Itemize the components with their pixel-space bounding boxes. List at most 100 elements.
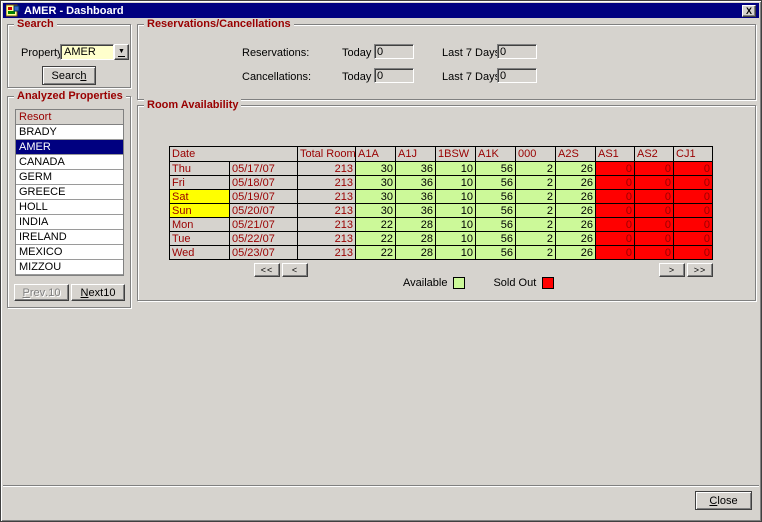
reservations-today-field[interactable]: 0 [374, 44, 414, 59]
column-header-date: Date [169, 146, 298, 162]
availability-cell: 30 [355, 175, 396, 190]
reservations-cancellations-group: Reservations/Cancellations Reservations:… [137, 18, 756, 100]
availability-cell: 2 [515, 245, 556, 260]
availability-cell: 56 [475, 245, 516, 260]
page-first-button[interactable]: << [254, 263, 280, 277]
day-cell: Thu [169, 161, 230, 176]
day-cell: Mon [169, 217, 230, 232]
resort-list-item-ireland[interactable]: IRELAND [16, 230, 123, 245]
reservations-cancellations-group-title: Reservations/Cancellations [144, 18, 294, 30]
resort-list-item-brady[interactable]: BRADY [16, 125, 123, 140]
table-row: Thu 05/17/07 213 30 36 10 56 2 26 0 0 0 [169, 161, 713, 176]
availability-cell: 10 [435, 175, 476, 190]
table-row: Tue 05/22/07 213 22 28 10 56 2 26 0 0 0 [169, 231, 713, 246]
availability-cell: 22 [355, 217, 396, 232]
availability-cell: 28 [395, 245, 436, 260]
resort-list-body: BRADY AMER CANADA GERM GREECE HOLL INDIA IRELAN… [16, 125, 123, 275]
availability-cell: 56 [475, 189, 516, 204]
column-header-a1k: A1K [475, 146, 516, 162]
availability-cell: 2 [515, 231, 556, 246]
availability-cell: 36 [395, 175, 436, 190]
property-combo-dropdown-button[interactable]: ▼ [114, 44, 129, 60]
availability-cell: 0 [595, 217, 635, 232]
legend-available-swatch [453, 277, 466, 289]
dashboard-window: AMER - Dashboard X Search Property AMER … [0, 0, 762, 522]
availability-cell: 26 [555, 161, 596, 176]
table-row: Sun 05/20/07 213 30 36 10 56 2 26 0 0 0 [169, 203, 713, 218]
availability-cell: 10 [435, 245, 476, 260]
table-row: Mon 05/21/07 213 22 28 10 56 2 26 0 0 0 [169, 217, 713, 232]
availability-cell: 0 [673, 175, 713, 190]
day-cell: Sat [169, 189, 230, 204]
availability-cell: 0 [673, 189, 713, 204]
total-room-cell: 213 [297, 217, 356, 232]
availability-cell: 26 [555, 231, 596, 246]
date-cell: 05/21/07 [229, 217, 298, 232]
reservations-today-label: Today [342, 47, 372, 59]
total-room-cell: 213 [297, 189, 356, 204]
resort-list-item-amer[interactable]: AMER [16, 140, 123, 155]
resort-list-item-india[interactable]: INDIA [16, 215, 123, 230]
property-label: Property [21, 47, 63, 59]
date-cell: 05/22/07 [229, 231, 298, 246]
availability-cell: 28 [395, 217, 436, 232]
page-next-button[interactable]: > [659, 263, 685, 277]
page-prev-button[interactable]: < [282, 263, 308, 277]
availability-cell: 30 [355, 203, 396, 218]
resort-list: Resort BRADY AMER CANADA GERM GREECE HOLL INDI… [15, 109, 124, 276]
availability-cell: 0 [634, 217, 674, 232]
resort-list-item-mizzou[interactable]: MIZZOU [16, 260, 123, 275]
next-10-button[interactable]: Next 10 [71, 284, 125, 301]
availability-cell: 0 [634, 203, 674, 218]
availability-cell: 0 [634, 175, 674, 190]
resort-list-item-holl[interactable]: HOLL [16, 200, 123, 215]
availability-cell: 0 [634, 231, 674, 246]
legend: Available Sold Out [403, 277, 555, 289]
total-room-cell: 213 [297, 245, 356, 260]
availability-cell: 0 [595, 189, 635, 204]
availability-cell: 30 [355, 161, 396, 176]
dropdown-arrow-icon: ▼ [118, 47, 125, 57]
availability-cell: 0 [673, 245, 713, 260]
search-group: Search Property AMER ▼ Search [7, 18, 131, 88]
availability-cell: 26 [555, 217, 596, 232]
window-title: AMER - Dashboard [24, 4, 124, 17]
availability-cell: 2 [515, 161, 556, 176]
prev-10-button[interactable]: Prev. 10 [14, 284, 69, 301]
total-room-cell: 213 [297, 175, 356, 190]
total-room-cell: 213 [297, 161, 356, 176]
footer-separator [3, 485, 759, 487]
availability-cell: 36 [395, 189, 436, 204]
availability-cell: 56 [475, 231, 516, 246]
table-head: Date Total Room A1A A1J 1BSW A1K 000 A2S AS1 AS2 C… [169, 146, 713, 162]
resort-list-item-mexico[interactable]: MEXICO [16, 245, 123, 260]
availability-cell: 2 [515, 189, 556, 204]
titlebar-close-button[interactable]: X [742, 4, 756, 17]
cancellations-last7-field[interactable]: 0 [497, 68, 537, 83]
resort-list-item-germ[interactable]: GERM [16, 170, 123, 185]
column-header-cj1: CJ1 [673, 146, 713, 162]
availability-cell: 26 [555, 245, 596, 260]
availability-cell: 0 [673, 217, 713, 232]
page-last-button[interactable]: >> [687, 263, 713, 277]
availability-cell: 28 [395, 231, 436, 246]
availability-cell: 2 [515, 175, 556, 190]
table-body: Thu 05/17/07 213 30 36 10 56 2 26 0 0 0 Fri 05/18/07 2… [169, 161, 713, 260]
search-button[interactable]: Search [42, 66, 96, 85]
close-button[interactable]: Close [695, 491, 752, 510]
property-combo-input[interactable]: AMER [60, 44, 114, 60]
resort-list-item-canada[interactable]: CANADA [16, 155, 123, 170]
table-row: Sat 05/19/07 213 30 36 10 56 2 26 0 0 0 [169, 189, 713, 204]
availability-cell: 22 [355, 231, 396, 246]
cancellations-today-field[interactable]: 0 [374, 68, 414, 83]
titlebar: AMER - Dashboard X [3, 3, 759, 18]
resort-list-item-greece[interactable]: GREECE [16, 185, 123, 200]
reservations-last7-field[interactable]: 0 [497, 44, 537, 59]
availability-cell: 0 [634, 161, 674, 176]
cancellations-today-label: Today [342, 71, 372, 83]
legend-sold-out-swatch [542, 277, 555, 289]
availability-cell: 10 [435, 231, 476, 246]
availability-cell: 22 [355, 245, 396, 260]
day-cell: Wed [169, 245, 230, 260]
column-header-1bsw: 1BSW [435, 146, 476, 162]
